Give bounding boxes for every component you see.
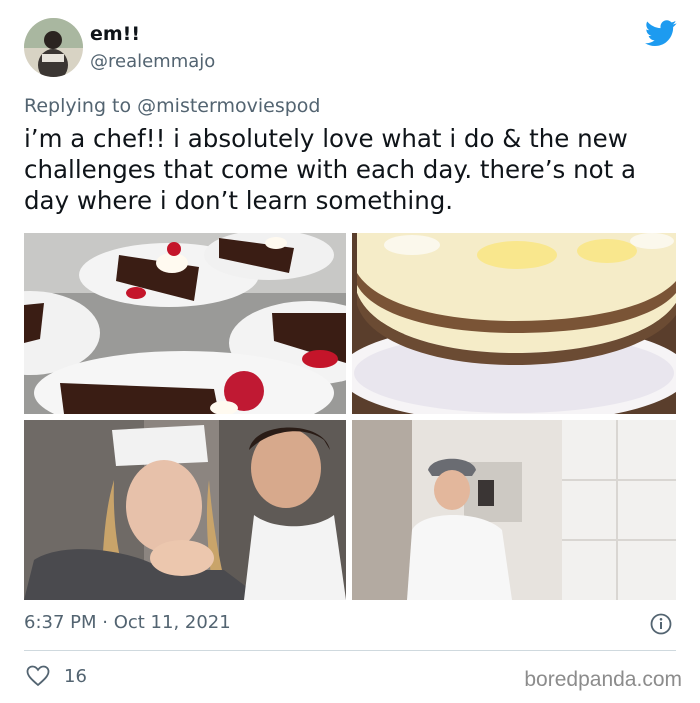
user-handle[interactable]: @realemmajo — [90, 51, 215, 72]
avatar[interactable] — [24, 18, 83, 77]
reply-mention-link[interactable]: @mistermoviespod — [137, 95, 320, 117]
tweet-photo-chefs-selfie[interactable] — [24, 420, 346, 600]
tweet-photo-mirror-selfie[interactable] — [352, 420, 676, 600]
tweet-photo-cheesecake[interactable] — [352, 233, 676, 414]
like-count: 16 — [64, 666, 87, 687]
tweet-photo-cake-slices[interactable] — [24, 233, 346, 414]
replying-to: Replying to @mistermoviespod — [24, 95, 320, 117]
twitter-bird-icon[interactable] — [645, 20, 677, 47]
divider — [24, 650, 676, 651]
heart-icon[interactable] — [26, 665, 50, 687]
replying-to-label: Replying to — [24, 95, 132, 117]
info-icon[interactable] — [650, 613, 672, 635]
watermark: boredpanda.com — [524, 668, 682, 691]
tweet-text: i’m a chef!! i absolutely love what i do… — [24, 124, 636, 215]
tweet-timestamp[interactable]: 6:37 PM · Oct 11, 2021 — [24, 612, 231, 633]
display-name[interactable]: em!! — [90, 23, 140, 45]
